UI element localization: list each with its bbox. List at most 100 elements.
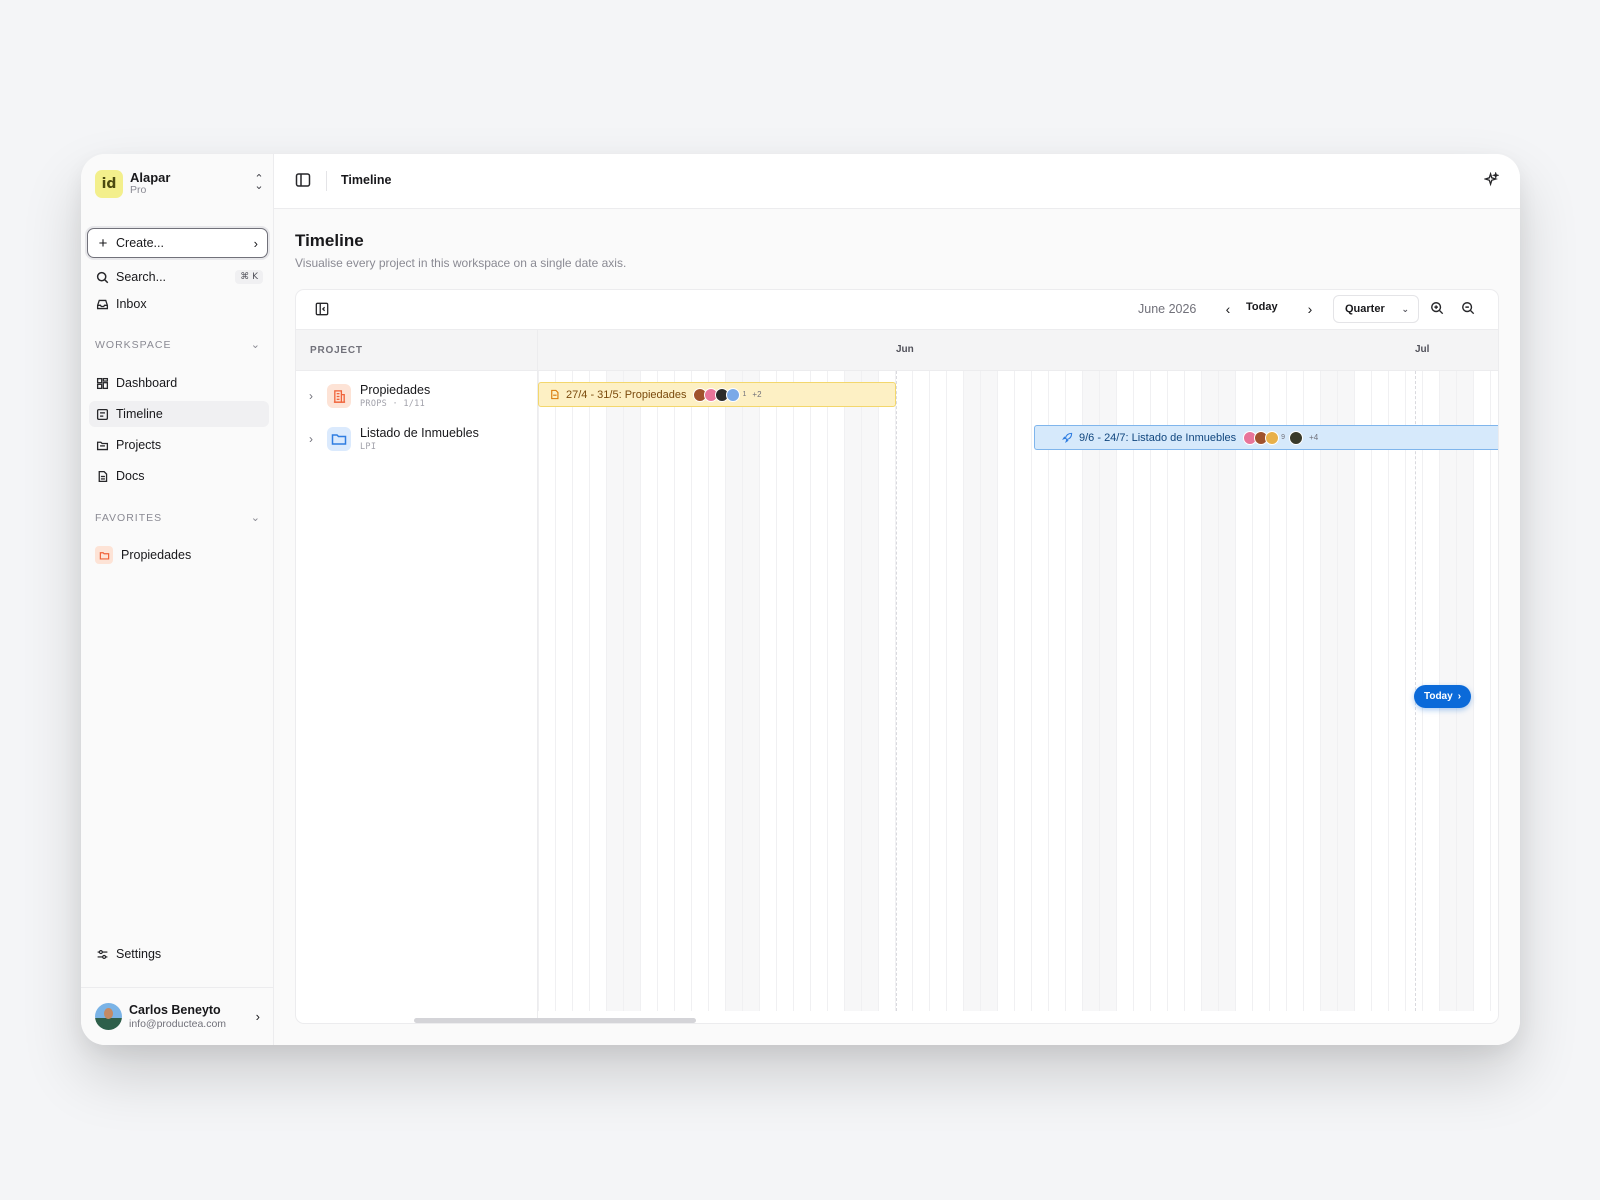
chevron-updown-icon: ⌃ ⌄ bbox=[254, 173, 264, 192]
create-button[interactable]: + Create... › bbox=[87, 228, 268, 258]
today-pill-label: Today bbox=[1423, 691, 1453, 702]
workspace-switcher[interactable]: id Alapar Pro ⌃ ⌄ bbox=[95, 168, 265, 200]
workspace-section-label: WORKSPACE bbox=[95, 338, 172, 351]
favorites-section-toggle[interactable]: FAVORITES ⌄ bbox=[95, 511, 261, 525]
day-gridline bbox=[674, 371, 675, 1011]
bar-label: 9/6 - 24/7: Listado de Inmuebles bbox=[1079, 431, 1237, 444]
project-row[interactable]: › Propiedades PROPS · 1/11 bbox=[296, 375, 538, 417]
sidebar-item-timeline[interactable]: Timeline bbox=[89, 401, 269, 427]
day-gridline bbox=[1065, 371, 1066, 1011]
chevron-right-icon[interactable]: › bbox=[309, 389, 313, 403]
day-gridline bbox=[725, 371, 726, 1011]
scale-select[interactable]: Quarter ⌄ bbox=[1333, 295, 1419, 323]
sparkle-icon[interactable] bbox=[1483, 171, 1500, 188]
settings-label: Settings bbox=[116, 947, 162, 961]
more-assignees: +4 bbox=[1309, 433, 1319, 442]
sidebar-item-label: Timeline bbox=[116, 407, 163, 421]
inbox-icon bbox=[95, 297, 109, 311]
zoom-out-icon[interactable] bbox=[1461, 301, 1477, 317]
day-gridline bbox=[1218, 371, 1219, 1011]
divider bbox=[326, 171, 327, 191]
sidebar-item-docs[interactable]: Docs bbox=[89, 463, 269, 489]
month-label: Jun bbox=[896, 344, 914, 355]
timeline-bar-propiedades[interactable]: 27/4 - 31/5: Propiedades 1 +2 bbox=[538, 382, 896, 407]
chevron-right-icon: › bbox=[255, 1009, 260, 1024]
chevron-right-icon[interactable]: › bbox=[1300, 299, 1320, 319]
day-gridline bbox=[1320, 371, 1321, 1011]
avatar-group: 9 bbox=[1243, 430, 1304, 445]
chevron-right-icon: › bbox=[253, 235, 258, 251]
project-row[interactable]: › Listado de Inmuebles LPI bbox=[296, 418, 538, 460]
day-gridline bbox=[1133, 371, 1134, 1011]
timeline-card: June 2026 ‹ Today › Quarter ⌄ PROJECT › … bbox=[295, 289, 1499, 1024]
day-gridline bbox=[1184, 371, 1185, 1011]
day-gridline bbox=[555, 371, 556, 1011]
sidebar-item-dashboard[interactable]: Dashboard bbox=[89, 370, 269, 396]
horizontal-scrollbar[interactable] bbox=[414, 1018, 696, 1023]
project-meta: PROPS · 1/11 bbox=[360, 398, 426, 409]
more-assignees: +2 bbox=[752, 390, 762, 399]
timeline-bar-listado[interactable]: 9/6 - 24/7: Listado de Inmuebles 9 +4 bbox=[1034, 425, 1498, 450]
project-column: PROJECT › Propiedades PROPS · 1/11 › Lis… bbox=[296, 330, 538, 1023]
day-gridline bbox=[810, 371, 811, 1011]
create-label: Create... bbox=[116, 236, 164, 250]
day-gridline bbox=[1490, 371, 1491, 1011]
sidebar-item-label: Projects bbox=[116, 438, 162, 452]
user-name: Carlos Beneyto bbox=[129, 1002, 221, 1017]
search-label: Search... bbox=[116, 270, 167, 284]
day-gridline bbox=[1337, 371, 1338, 1011]
search-button[interactable]: Search... ⌘ K bbox=[89, 264, 269, 290]
rocket-icon bbox=[1061, 431, 1074, 444]
sidebar-item-projects[interactable]: Projects bbox=[89, 432, 269, 458]
month-boundary-line bbox=[896, 371, 897, 1011]
zoom-in-icon[interactable] bbox=[1430, 301, 1446, 317]
chevron-down-icon: ⌄ bbox=[250, 339, 261, 351]
day-gridline bbox=[997, 371, 998, 1011]
day-gridline bbox=[1269, 371, 1270, 1011]
avatar bbox=[95, 1003, 122, 1030]
day-gridline bbox=[538, 371, 539, 1011]
avatar bbox=[726, 387, 741, 402]
avatar-group: 1 bbox=[693, 387, 747, 402]
day-gridline bbox=[1048, 371, 1049, 1011]
day-gridline bbox=[1252, 371, 1253, 1011]
sidebar-item-label: Dashboard bbox=[116, 376, 178, 390]
day-gridline bbox=[708, 371, 709, 1011]
day-gridline bbox=[861, 371, 862, 1011]
chevron-right-icon: › bbox=[1457, 691, 1462, 702]
today-button[interactable]: Today bbox=[1246, 301, 1278, 313]
sidebar-item-settings[interactable]: Settings bbox=[89, 941, 269, 967]
settings-sliders-icon bbox=[95, 947, 109, 961]
jump-to-today-button[interactable]: Today › bbox=[1414, 685, 1471, 708]
plus-icon: + bbox=[98, 234, 108, 252]
avatar-count: 1 bbox=[742, 391, 747, 398]
folder-icon bbox=[95, 546, 113, 564]
chevron-down-icon: ⌄ bbox=[1401, 303, 1409, 314]
day-gridline bbox=[776, 371, 777, 1011]
panel-collapse-icon[interactable] bbox=[315, 302, 331, 318]
building-icon bbox=[327, 384, 351, 408]
doc-icon bbox=[95, 469, 109, 483]
workspace-section-toggle[interactable]: WORKSPACE ⌄ bbox=[95, 338, 261, 352]
day-grid bbox=[538, 371, 1498, 1011]
favorite-item-propiedades[interactable]: Propiedades bbox=[89, 542, 269, 568]
chevron-down-icon: ⌄ bbox=[250, 512, 261, 524]
day-gridline bbox=[946, 371, 947, 1011]
day-gridline bbox=[1303, 371, 1304, 1011]
day-gridline bbox=[793, 371, 794, 1011]
project-name: Propiedades bbox=[360, 382, 431, 397]
current-period-label: June 2026 bbox=[1138, 302, 1197, 316]
user-profile-button[interactable]: Carlos Beneyto info@productea.com › bbox=[81, 987, 274, 1045]
sidebar-toggle-icon[interactable] bbox=[295, 172, 313, 190]
chevron-left-icon[interactable]: ‹ bbox=[1218, 299, 1238, 319]
breadcrumb-title: Timeline bbox=[341, 173, 392, 187]
sidebar-item-inbox[interactable]: Inbox bbox=[89, 291, 269, 317]
day-gridline bbox=[1116, 371, 1117, 1011]
chevron-right-icon[interactable]: › bbox=[309, 432, 313, 446]
timeline-icon bbox=[95, 407, 109, 421]
doc-icon bbox=[548, 388, 561, 401]
main-content: Timeline Timeline Visualise every projec… bbox=[274, 154, 1520, 1045]
day-gridline bbox=[929, 371, 930, 1011]
day-gridline bbox=[1201, 371, 1202, 1011]
day-gridline bbox=[657, 371, 658, 1011]
